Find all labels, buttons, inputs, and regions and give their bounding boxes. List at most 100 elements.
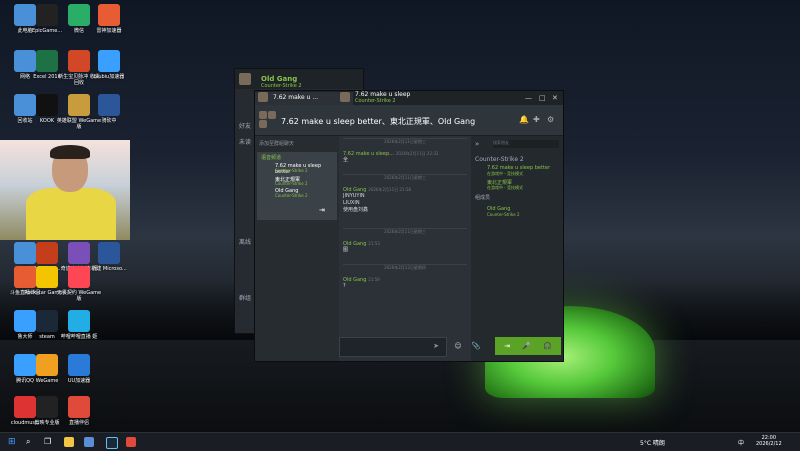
gear-icon[interactable]: ⚙: [547, 115, 554, 124]
emoji-icon[interactable]: ☺: [451, 339, 465, 353]
tab-avatar: [340, 92, 350, 102]
desktop-icon[interactable]: 骑砍中: [86, 94, 132, 124]
friends-titlebar: Old Gang Counter-Strike 2: [235, 69, 363, 89]
send-icon[interactable]: ➤: [429, 339, 443, 353]
group-header: Counter-Strike 2: [475, 156, 524, 163]
minimize-icon[interactable]: —: [525, 94, 532, 102]
app-icon: [98, 50, 120, 72]
app-icon: [68, 266, 90, 288]
app-icon: [68, 354, 90, 376]
search-icon[interactable]: ⌕: [26, 437, 36, 447]
app-icon: [36, 4, 58, 26]
message-time: 21:59: [368, 277, 380, 282]
message-time: 2026年2月11日 21:58: [368, 187, 411, 192]
message-text: LIUXIN: [343, 200, 360, 206]
app-icon: [36, 50, 58, 72]
message: Old Gang 2026年2月11日 21:58 JINYUYIN LIUXI…: [343, 186, 469, 214]
voice-sidebar: 添加至群組聊天 语音频道 7.62 make u sleep better Co…: [255, 136, 339, 361]
voice-search[interactable]: 添加至群組聊天: [259, 140, 294, 147]
member-search[interactable]: 搜索朋友: [493, 140, 559, 148]
attach-icon[interactable]: 📎: [469, 339, 483, 353]
voice-controls: ⇥ 🎤 🎧: [495, 337, 561, 355]
desktop-icon-label: UU加速器: [67, 378, 91, 384]
date-separator: 2026年2月11日星期三: [343, 174, 467, 182]
person-shirt: [26, 188, 116, 240]
add-user-icon[interactable]: ✚: [533, 115, 540, 124]
desktop-icon[interactable]: UU加速器: [56, 354, 102, 384]
voice-member-status: Counter-Strike 2: [275, 168, 308, 173]
date-separator: 2026年2月11日星期三: [343, 138, 467, 146]
bell-icon[interactable]: 🔔: [519, 115, 529, 124]
group-avatar: [268, 111, 276, 119]
windows-icon[interactable]: ⊞: [8, 437, 18, 447]
app-icon: [36, 310, 58, 332]
tab-chat-2[interactable]: 7.62 make u sleep Counter-Strike 2: [337, 92, 435, 105]
voice-channel-box: 语音频道 7.62 make u sleep better Counter-St…: [257, 152, 337, 220]
mic-icon[interactable]: 🎤: [522, 342, 531, 350]
webcam-overlay: [0, 140, 130, 240]
message-text: 图: [343, 247, 349, 253]
app-icon: [36, 242, 58, 264]
desktop-icon[interactable]: 无畏契约 WeGame版: [56, 266, 102, 302]
app-icon: [68, 310, 90, 332]
voice-member-status: Counter-Strike 2: [275, 193, 308, 198]
members-pane: » 搜索朋友 Counter-Strike 2 7.62 make u slee…: [471, 136, 563, 361]
tab-avatar: [258, 92, 268, 102]
message-text: JINYUYIN: [343, 193, 365, 199]
desktop-icon-label: biubiu加速器: [93, 74, 125, 80]
collapse-icon[interactable]: »: [475, 140, 479, 148]
maximize-icon[interactable]: □: [539, 94, 546, 102]
desktop-icon-label: 雷神加速器: [96, 28, 122, 34]
message-text: ?: [343, 283, 346, 289]
date-separator: 2026年2月11日星期三: [343, 228, 467, 236]
leave-voice-icon[interactable]: ⇥: [319, 206, 325, 214]
person-hair: [50, 145, 90, 159]
store-icon[interactable]: [84, 437, 94, 447]
member-status: 在游戏中 - 竞技模式: [487, 171, 523, 176]
taskbar: ⊞ ⌕ ❐ 5°C 晴朗 中 22:00 2026/2/12: [0, 432, 800, 451]
member-status: 在游戏中 - 竞技模式: [487, 185, 523, 190]
group-avatar: [259, 120, 267, 128]
group-header: 组成员: [475, 195, 491, 201]
member-status: Counter-Strike 2: [487, 212, 520, 217]
message-time: 21:53: [368, 241, 380, 246]
friends-title: Old Gang: [261, 75, 298, 83]
friends-label: 未读: [239, 139, 252, 146]
message: Old Gang 21:53 图: [343, 240, 469, 254]
app-icon: [98, 94, 120, 116]
message-text: 使用盘刘鑫: [343, 207, 369, 213]
app-icon[interactable]: [126, 437, 136, 447]
app-icon: [68, 396, 90, 418]
close-icon[interactable]: ✕: [552, 94, 558, 102]
leave-voice-icon[interactable]: ⇥: [504, 342, 510, 350]
desktop-icon[interactable]: 直播伴侣: [56, 396, 102, 426]
message-text: 全: [343, 157, 349, 163]
desktop-icon-label: 直播伴侣: [68, 420, 89, 426]
chat-header: 7.62 make u sleep better、東北正規軍、Old Gang …: [255, 105, 563, 136]
weather[interactable]: 5°C 晴朗: [640, 438, 665, 447]
desktop-icon[interactable]: 哔哩哔哩直播 姬: [56, 310, 102, 340]
voice-header: 语音频道: [261, 155, 282, 161]
app-icon: [98, 242, 120, 264]
explorer-icon[interactable]: [64, 437, 74, 447]
taskview-icon[interactable]: ❐: [44, 437, 54, 447]
friends-label: 好友: [239, 123, 252, 130]
app-icon: [98, 4, 120, 26]
desktop-icon[interactable]: 雷神加速器: [86, 4, 132, 34]
steam-icon[interactable]: [106, 437, 118, 449]
chat-window: 7.62 make u ... 7.62 make u sleep Counte…: [254, 90, 564, 362]
desktop-icon-label: 无畏契约 WeGame版: [56, 290, 102, 302]
friends-label: 离线: [239, 239, 252, 246]
message-author: Old Gang: [343, 277, 367, 283]
tab-subtitle: Counter-Strike 2: [355, 98, 396, 104]
chat-titlebar: 7.62 make u ... 7.62 make u sleep Counte…: [255, 91, 563, 105]
avatar: [239, 73, 251, 85]
ime-indicator[interactable]: 中: [738, 438, 744, 447]
app-icon: [36, 94, 58, 116]
clock[interactable]: 22:00 2026/2/12: [756, 435, 782, 447]
clock-date: 2026/2/12: [756, 441, 782, 447]
messages-pane: 2026年2月11日星期三 7.62 make u sleep... 2026年…: [339, 136, 471, 361]
friends-subtitle: Counter-Strike 2: [261, 83, 302, 89]
desktop-icon[interactable]: biubiu加速器: [86, 50, 132, 80]
headset-icon[interactable]: 🎧: [543, 342, 552, 350]
